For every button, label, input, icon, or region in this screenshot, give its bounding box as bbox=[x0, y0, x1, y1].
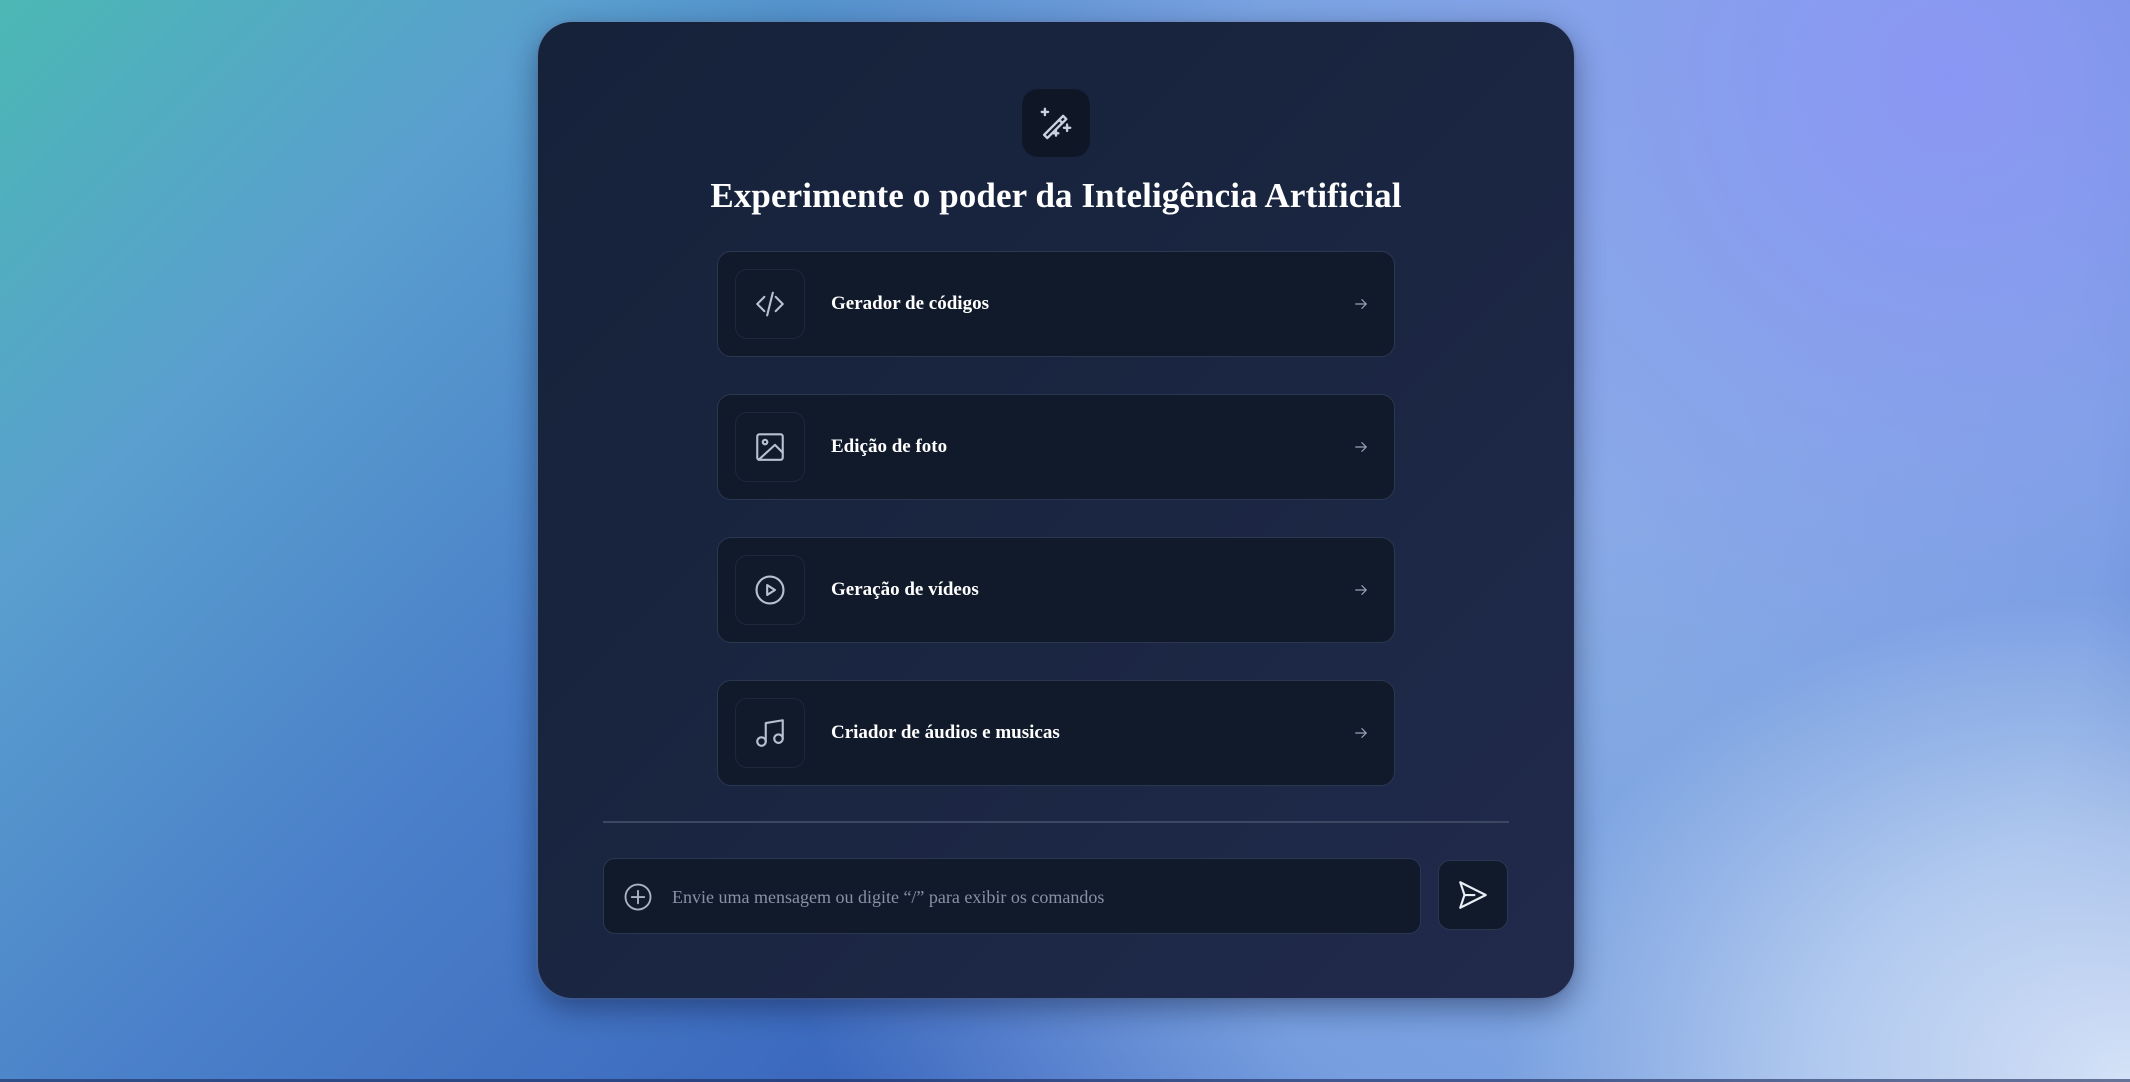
option-label: Criador de áudios e musicas bbox=[831, 722, 1060, 743]
message-composer bbox=[603, 858, 1421, 934]
arrow-right-icon bbox=[1355, 728, 1367, 738]
option-icon-tile bbox=[735, 269, 805, 339]
option-audio-music-creator[interactable]: Criador de áudios e musicas bbox=[717, 680, 1395, 786]
divider bbox=[603, 821, 1509, 823]
option-label: Edição de foto bbox=[831, 436, 948, 457]
arrow-right-icon bbox=[1355, 299, 1367, 309]
option-code-generator[interactable]: Gerador de códigos bbox=[717, 251, 1395, 357]
option-icon-tile bbox=[735, 412, 805, 482]
magic-wand-tile bbox=[1022, 89, 1090, 157]
arrow-right-icon bbox=[1355, 585, 1367, 595]
message-input[interactable] bbox=[672, 877, 1392, 917]
option-video-generation[interactable]: Geração de vídeos bbox=[717, 537, 1395, 643]
code-icon bbox=[756, 291, 784, 317]
option-label: Gerador de códigos bbox=[831, 293, 989, 314]
page-title: Experimente o poder da Inteligência Arti… bbox=[710, 176, 1402, 215]
magic-wand-sparkles-icon bbox=[1040, 107, 1072, 140]
ai-tools-card: Experimente o poder da Inteligência Arti… bbox=[538, 22, 1574, 998]
option-icon-tile bbox=[735, 555, 805, 625]
option-photo-editing[interactable]: Edição de foto bbox=[717, 394, 1395, 500]
play-circle-icon bbox=[755, 575, 785, 605]
image-icon bbox=[756, 433, 784, 461]
option-icon-tile bbox=[735, 698, 805, 768]
ai-options-list: Gerador de códigos Edição de foto Geraçã… bbox=[717, 251, 1395, 786]
add-attachment-button[interactable] bbox=[622, 881, 654, 913]
arrow-right-icon bbox=[1355, 442, 1367, 452]
plus-circle-icon bbox=[624, 883, 652, 911]
music-note-icon bbox=[756, 719, 784, 747]
option-label: Geração de vídeos bbox=[831, 579, 979, 600]
send-button[interactable] bbox=[1438, 860, 1508, 930]
send-icon bbox=[1459, 881, 1487, 909]
